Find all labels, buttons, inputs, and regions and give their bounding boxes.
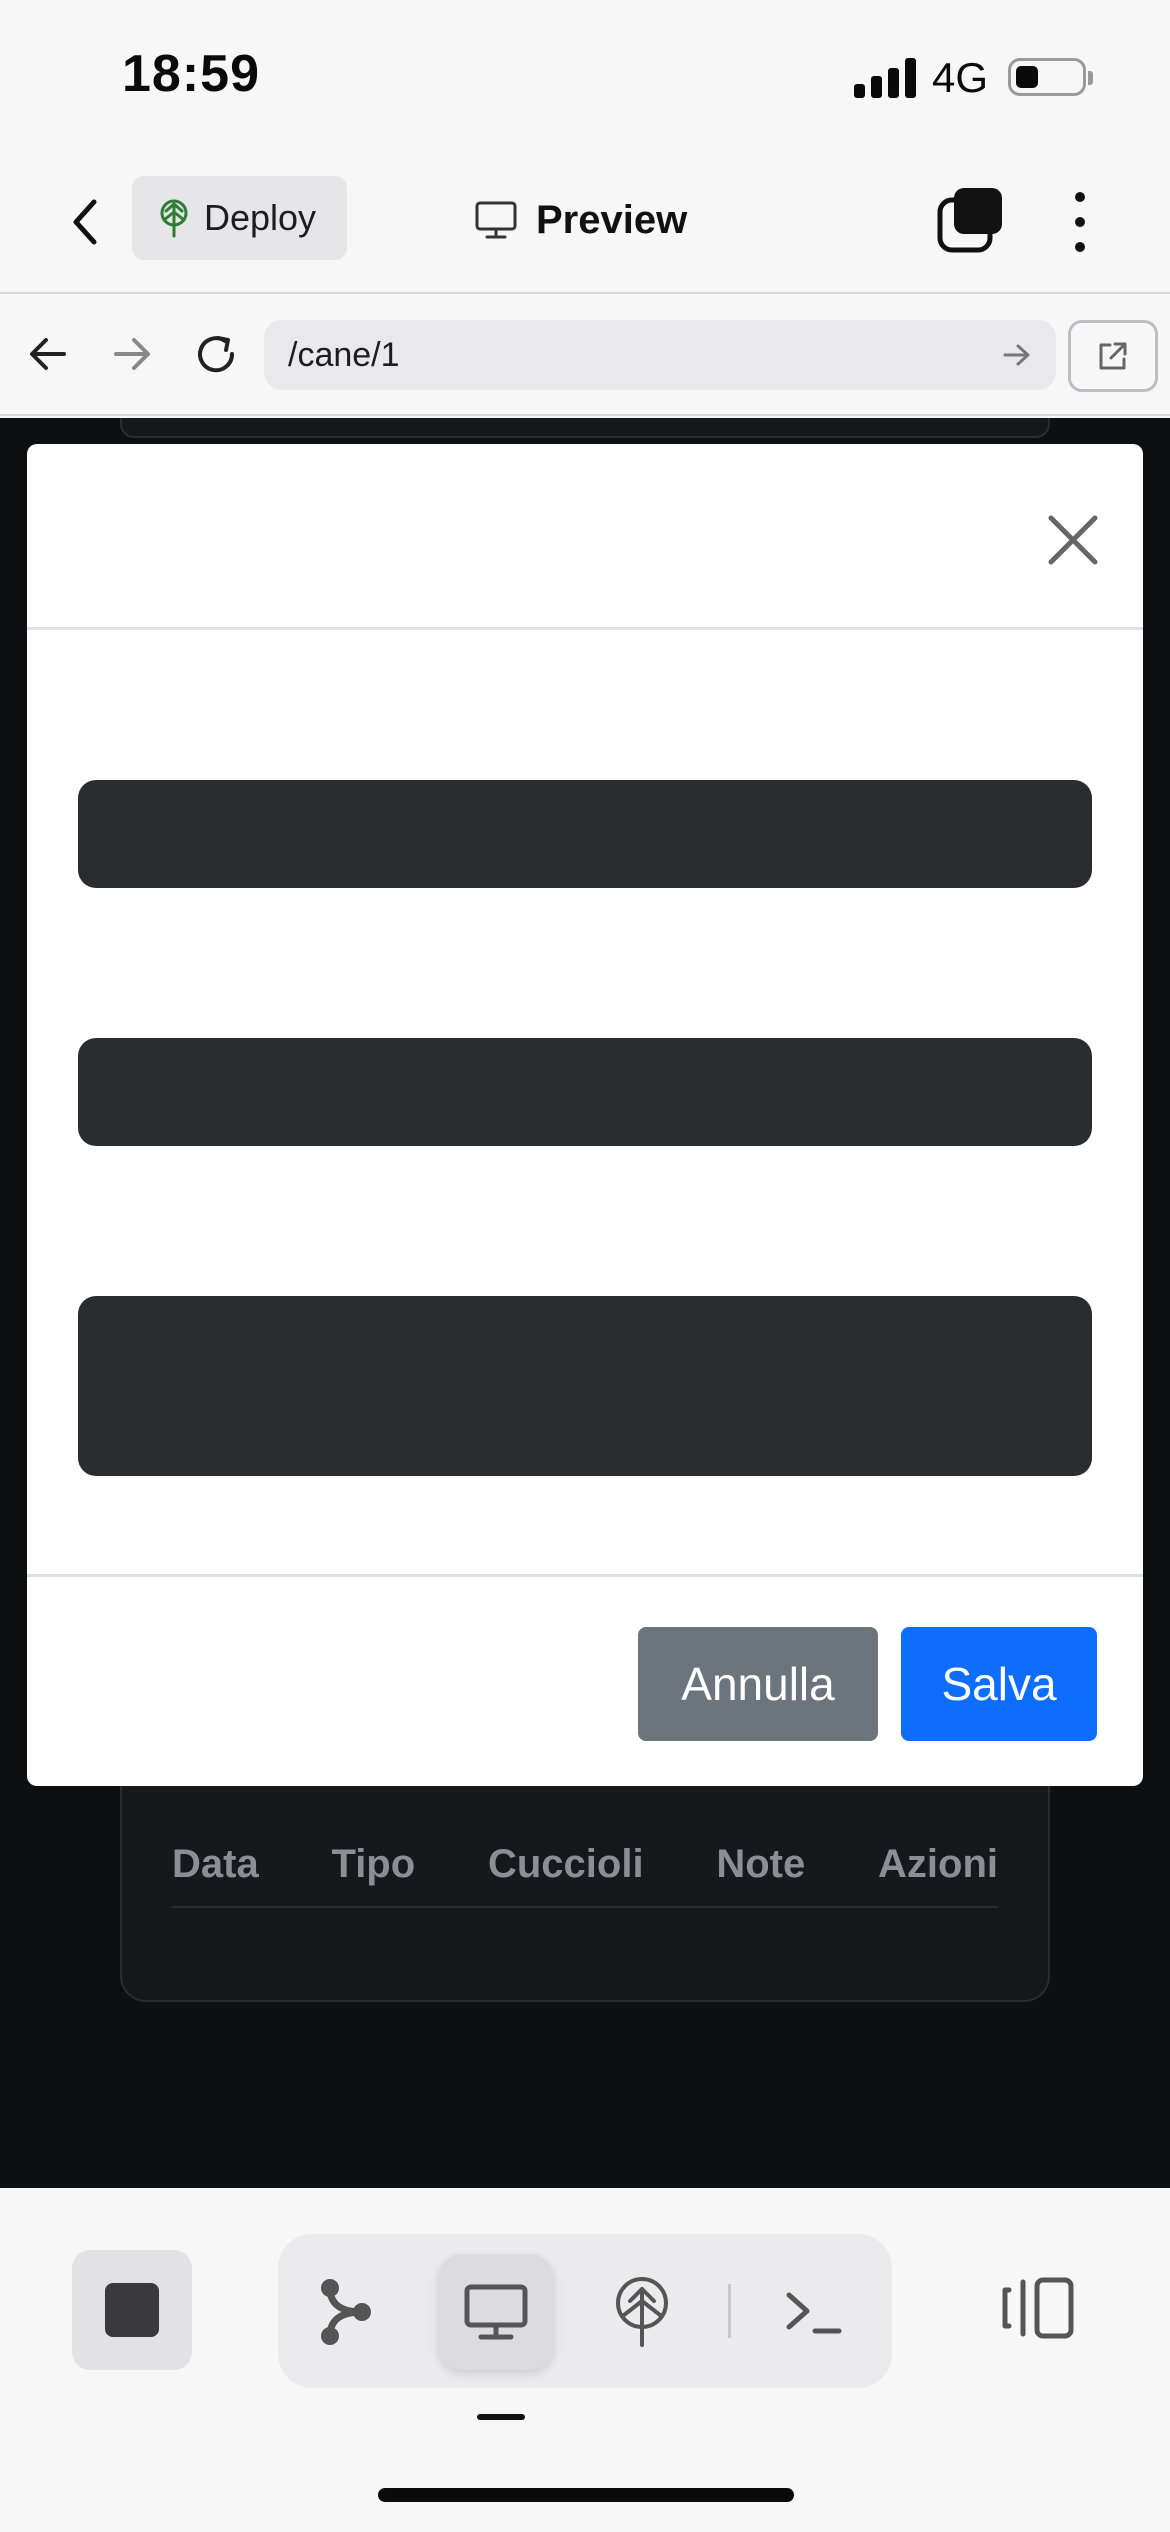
content-card xyxy=(120,418,1050,438)
close-icon xyxy=(1048,515,1098,565)
cancel-button[interactable]: Annulla xyxy=(638,1627,878,1741)
column-header: Tipo xyxy=(331,1841,416,1886)
preview-tab-button[interactable] xyxy=(438,2254,554,2370)
deploy-tree-icon xyxy=(160,199,188,238)
browser-forward-button[interactable] xyxy=(102,324,162,384)
textarea-input[interactable] xyxy=(78,1296,1092,1476)
column-header: Data xyxy=(172,1841,259,1886)
git-branch-icon xyxy=(321,2279,371,2345)
toolbar-divider xyxy=(728,2284,731,2338)
bottom-toolbar xyxy=(0,2188,1170,2532)
column-header: Cuccioli xyxy=(487,1841,644,1886)
terminal-icon xyxy=(786,2292,842,2334)
back-button[interactable] xyxy=(50,186,122,258)
open-external-button[interactable] xyxy=(1068,320,1158,392)
sheet-handle[interactable] xyxy=(477,2414,525,2420)
more-vertical-icon xyxy=(1075,192,1085,202)
terminal-button[interactable] xyxy=(756,2254,872,2370)
chevron-left-icon xyxy=(73,199,97,245)
battery-icon xyxy=(1008,58,1093,96)
url-text: /cane/1 xyxy=(288,335,400,374)
reload-icon xyxy=(198,336,235,373)
status-time: 18:59 xyxy=(122,45,260,103)
arrow-left-icon xyxy=(30,338,66,370)
preview-title: Preview xyxy=(474,190,687,250)
monitor-icon xyxy=(475,201,517,239)
text-input[interactable] xyxy=(78,1038,1092,1146)
url-field[interactable]: /cane/1 xyxy=(264,320,1056,390)
panel-toggle-button[interactable] xyxy=(994,2248,1084,2368)
tool-group xyxy=(278,2234,892,2388)
app-header: Deploy Preview xyxy=(0,150,1170,294)
external-link-icon xyxy=(1099,342,1127,370)
stop-button[interactable] xyxy=(72,2250,192,2370)
git-button[interactable] xyxy=(288,2254,404,2370)
network-type: 4G xyxy=(932,54,989,101)
more-menu-button[interactable] xyxy=(1048,186,1112,258)
panel-toggle-icon xyxy=(1002,2277,1074,2339)
modal-header xyxy=(27,444,1143,630)
deploy-label: Deploy xyxy=(204,197,317,238)
preview-label: Preview xyxy=(536,197,688,242)
save-button[interactable]: Salva xyxy=(901,1627,1097,1741)
browser-bar: /cane/1 xyxy=(0,294,1170,416)
windows-button[interactable] xyxy=(936,186,1006,256)
window-stack-icon xyxy=(937,188,1002,253)
arrow-right-icon xyxy=(114,338,150,370)
browser-back-button[interactable] xyxy=(18,324,78,384)
home-indicator[interactable] xyxy=(378,2488,794,2502)
deploy-tree-icon xyxy=(616,2277,668,2347)
column-header: Note xyxy=(716,1841,806,1886)
close-button[interactable] xyxy=(1037,504,1109,576)
go-arrow-icon[interactable] xyxy=(1002,342,1032,368)
reload-button[interactable] xyxy=(186,324,246,384)
deploy-tab-button[interactable] xyxy=(584,2254,700,2370)
table-header: Data Tipo Cuccioli Note Azioni xyxy=(172,1822,998,1908)
column-header: Azioni xyxy=(878,1841,998,1886)
signal-icon xyxy=(854,58,916,98)
modal-dialog: Annulla Salva xyxy=(27,444,1143,1786)
modal-footer: Annulla Salva xyxy=(27,1574,1143,1786)
text-input[interactable] xyxy=(78,780,1092,888)
monitor-icon xyxy=(464,2284,528,2340)
status-bar: 18:59 4G xyxy=(0,0,1170,150)
deploy-button[interactable]: Deploy xyxy=(132,176,347,260)
stop-square-icon xyxy=(105,2283,159,2337)
